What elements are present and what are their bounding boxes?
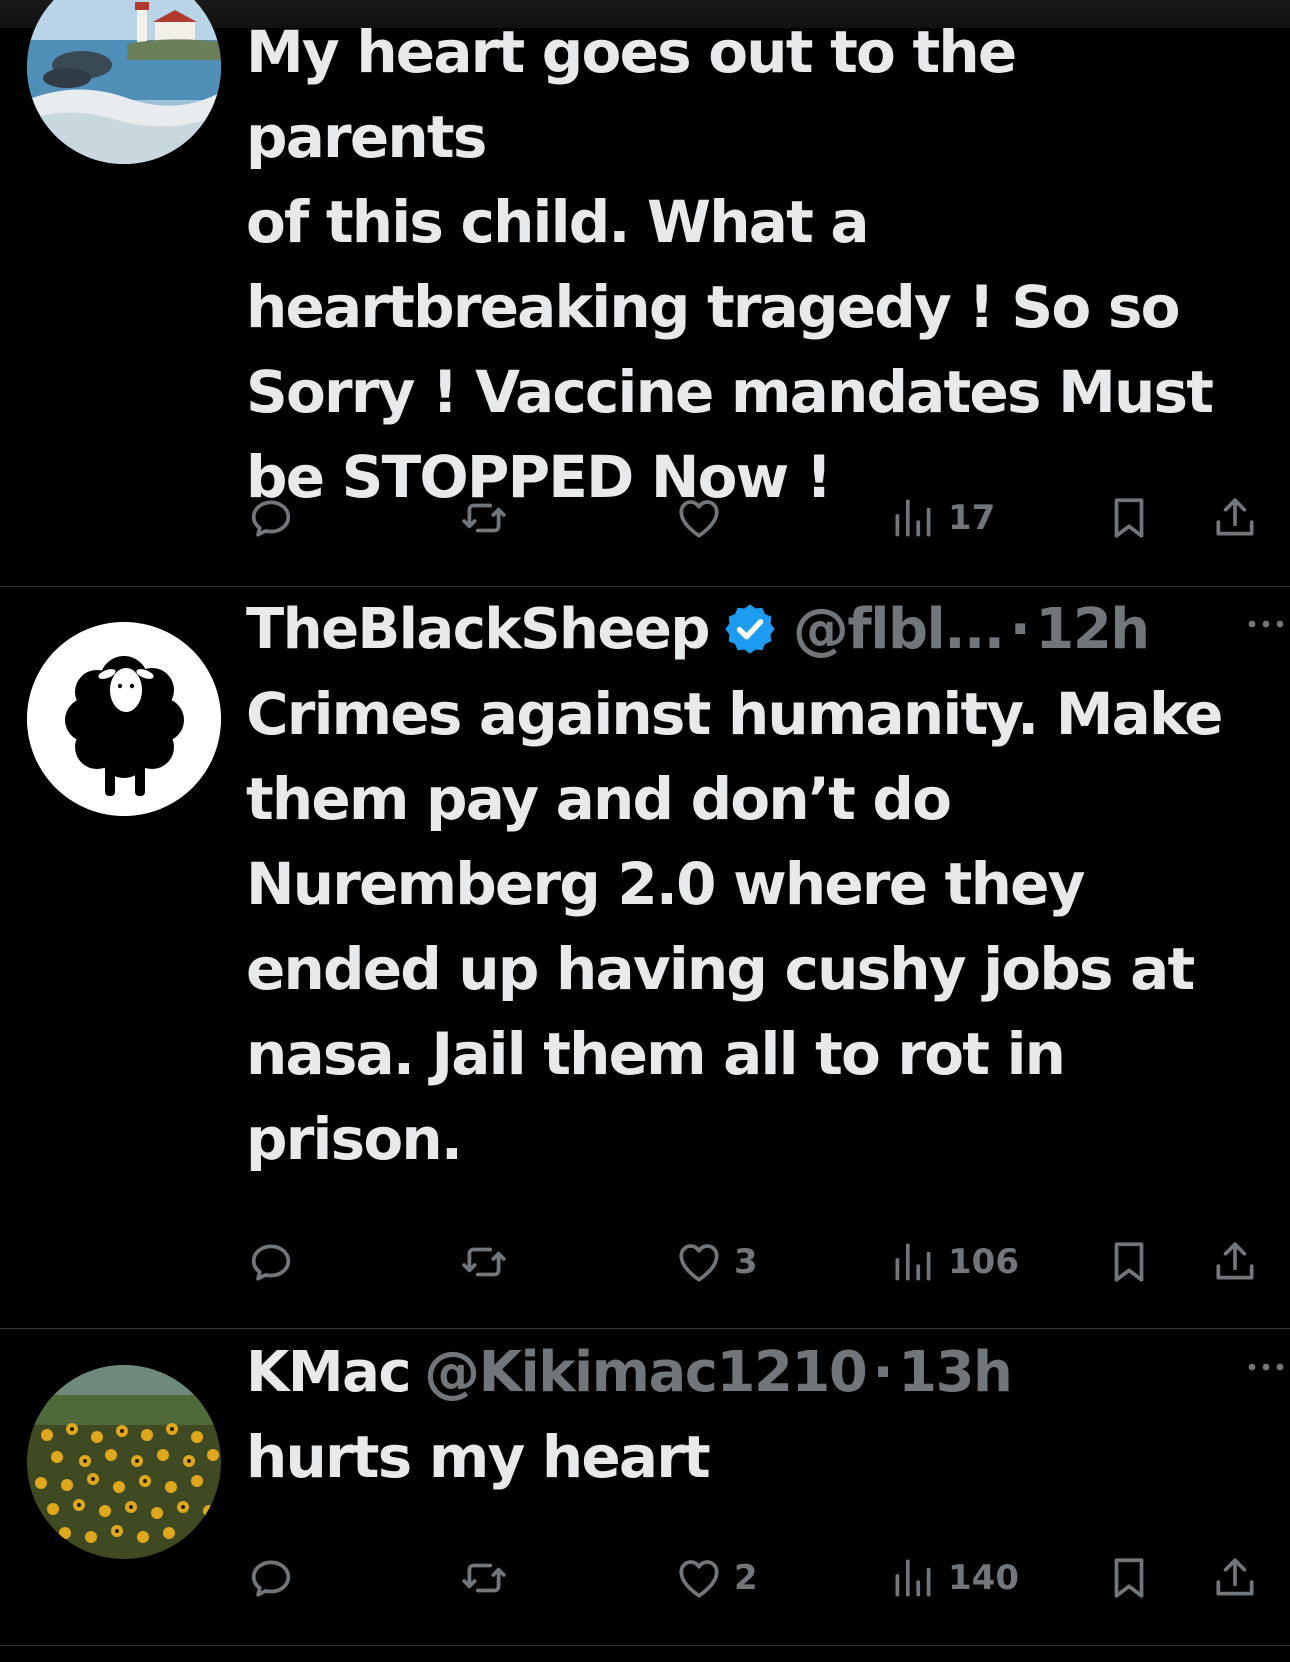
more-options-icon[interactable] [1242, 1343, 1290, 1391]
reply-icon [246, 1553, 296, 1603]
more-options-icon[interactable] [1242, 600, 1290, 648]
tweet-3[interactable]: KMac @Kikimac1210 · 13h hurts my heart 2… [0, 1329, 1290, 1646]
views-icon [888, 1237, 938, 1287]
share-icon [1210, 1553, 1260, 1603]
black-sheep-image [27, 622, 221, 816]
like-button[interactable] [674, 488, 734, 548]
display-name[interactable]: TheBlackSheep [246, 597, 710, 662]
reply-button[interactable] [246, 488, 296, 548]
share-button[interactable] [1210, 1548, 1260, 1608]
bookmark-icon [1104, 493, 1154, 543]
tweet-text: My heart goes out to the parents of this… [246, 18, 1214, 511]
timestamp[interactable]: 12h [1035, 597, 1150, 662]
tweet-header: KMac @Kikimac1210 · 13h [246, 1329, 1250, 1415]
avatar[interactable] [27, 0, 221, 164]
bookmark-icon [1104, 1553, 1154, 1603]
timestamp[interactable]: 13h [898, 1340, 1013, 1405]
lighthouse-painting-image [27, 0, 221, 164]
views-button[interactable]: 140 [888, 1548, 1019, 1608]
like-count: 3 [734, 1242, 758, 1282]
tweet-1[interactable]: My heart goes out to the parents of this… [0, 0, 1290, 587]
tweet-actions: 2 140 [246, 1548, 1264, 1608]
tweet-text: hurts my heart [246, 1423, 711, 1491]
share-button[interactable] [1210, 488, 1260, 548]
tweet-actions: 3 106 [246, 1232, 1264, 1292]
like-button[interactable]: 2 [674, 1548, 758, 1608]
separator-dot: · [872, 1339, 893, 1405]
retweet-icon [459, 493, 509, 543]
separator-dot: · [1009, 596, 1031, 662]
yellow-flowers-image [27, 1365, 221, 1559]
share-icon [1210, 493, 1260, 543]
views-count: 17 [948, 498, 996, 538]
retweet-icon [459, 1553, 509, 1603]
heart-icon [674, 1237, 724, 1287]
heart-icon [674, 493, 724, 543]
verified-badge-icon [721, 600, 779, 658]
views-icon [888, 1553, 938, 1603]
tweet-actions: 17 [246, 488, 1264, 548]
like-count: 2 [734, 1558, 758, 1598]
views-icon [888, 493, 938, 543]
reply-icon [246, 1237, 296, 1287]
tweet-2[interactable]: TheBlackSheep @flbl... · 12h Crimes agai… [0, 586, 1290, 1329]
user-handle[interactable]: @Kikimac1210 [424, 1340, 868, 1405]
bookmark-button[interactable] [1104, 1232, 1154, 1292]
tweet-text: Crimes against humanity. Make them pay a… [246, 680, 1224, 1173]
share-icon [1210, 1237, 1260, 1287]
user-handle[interactable]: @flbl... [793, 597, 1005, 662]
share-button[interactable] [1210, 1232, 1260, 1292]
reply-button[interactable] [246, 1548, 296, 1608]
bookmark-icon [1104, 1237, 1154, 1287]
avatar[interactable] [27, 622, 221, 816]
tweet-header: TheBlackSheep @flbl... · 12h [246, 586, 1250, 672]
views-button[interactable]: 17 [888, 488, 995, 548]
reply-button[interactable] [246, 1232, 296, 1292]
retweet-button[interactable] [459, 488, 509, 548]
avatar[interactable] [27, 1365, 221, 1559]
like-button[interactable]: 3 [674, 1232, 758, 1292]
bookmark-button[interactable] [1104, 1548, 1154, 1608]
retweet-icon [459, 1237, 509, 1287]
views-count: 106 [948, 1242, 1019, 1282]
retweet-button[interactable] [459, 1548, 509, 1608]
heart-icon [674, 1553, 724, 1603]
reply-icon [246, 493, 296, 543]
views-count: 140 [948, 1558, 1019, 1598]
views-button[interactable]: 106 [888, 1232, 1019, 1292]
bookmark-button[interactable] [1104, 488, 1154, 548]
retweet-button[interactable] [459, 1232, 509, 1292]
display-name[interactable]: KMac [246, 1340, 412, 1405]
